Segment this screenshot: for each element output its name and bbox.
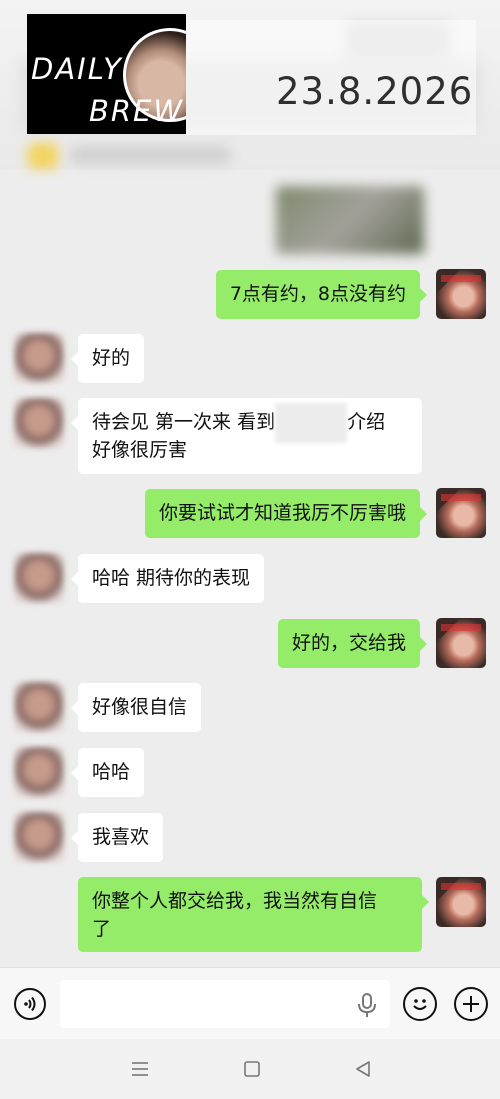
blurred-media-message[interactable] xyxy=(276,186,424,254)
logo-text-line1: DAILY xyxy=(31,52,123,86)
message-bubble-incoming[interactable]: 哈哈 xyxy=(70,748,145,797)
logo-text-line2: BREW xyxy=(89,94,185,128)
message-bubble-incoming[interactable]: 我喜欢 xyxy=(70,813,164,862)
message-bubble-outgoing[interactable]: 你要试试才知道我厉不厉害哦 xyxy=(144,489,428,538)
voice-toggle-button[interactable] xyxy=(14,988,46,1020)
message-text: 好的，交给我 xyxy=(291,632,406,654)
back-icon[interactable] xyxy=(351,1057,375,1081)
message-text: 你要试试才知道我厉不厉害哦 xyxy=(158,502,406,524)
message-line: 待会见 第一次来 看到 介绍 xyxy=(92,402,408,443)
message-text: 好像很自信 xyxy=(92,696,188,718)
contact-avatar[interactable] xyxy=(14,398,64,448)
mic-icon[interactable] xyxy=(356,992,378,1018)
contact-avatar[interactable] xyxy=(14,682,64,732)
message-bubble-incoming[interactable]: 哈哈 期待你的表现 xyxy=(70,554,265,603)
message-text: 我喜欢 xyxy=(92,826,150,848)
system-nav-bar xyxy=(0,1039,500,1099)
date-stamp: 23.8.2026 xyxy=(276,70,474,113)
input-bar xyxy=(0,967,500,1040)
message-bubble-incoming[interactable]: 好的 xyxy=(70,334,145,383)
redacted-text xyxy=(275,402,348,443)
contact-avatar[interactable] xyxy=(14,333,64,383)
voice-icon xyxy=(24,996,36,1012)
message-text: 7点有约，8点没有约 xyxy=(229,283,406,305)
message-bubble-outgoing[interactable]: 你整个人都交给我，我当然有自信 了 xyxy=(78,877,429,952)
emoji-icon xyxy=(413,999,427,1010)
message-bubble-incoming[interactable]: 待会见 第一次来 看到 介绍 好像很厉害 xyxy=(71,398,422,474)
menu-icon[interactable] xyxy=(128,1057,152,1081)
message-text: 了 xyxy=(92,918,112,940)
message-text: 好的 xyxy=(92,347,131,369)
home-icon[interactable] xyxy=(240,1057,264,1081)
message-text: 哈哈 xyxy=(92,761,131,783)
blurred-notice-text xyxy=(70,146,230,164)
message-text: 哈哈 期待你的表现 xyxy=(92,567,251,589)
brand-logo: DAILY BREW xyxy=(27,14,186,134)
message-input[interactable] xyxy=(60,980,390,1028)
message-text: 待会见 第一次来 看到 xyxy=(92,411,276,433)
emoji-button[interactable] xyxy=(403,987,437,1021)
my-avatar[interactable] xyxy=(436,488,486,538)
my-avatar[interactable] xyxy=(436,269,486,319)
message-text: 介绍 xyxy=(347,411,386,433)
message-text: 好像很厉害 xyxy=(92,439,188,461)
more-actions-button[interactable] xyxy=(454,987,488,1021)
my-avatar[interactable] xyxy=(436,618,486,668)
contact-avatar[interactable] xyxy=(14,747,64,797)
my-avatar[interactable] xyxy=(436,877,486,927)
blurred-notice-icon xyxy=(28,143,58,169)
contact-avatar[interactable] xyxy=(14,812,64,862)
plus-icon xyxy=(463,996,479,1012)
message-bubble-outgoing[interactable]: 好的，交给我 xyxy=(277,619,428,668)
message-bubble-incoming[interactable]: 好像很自信 xyxy=(70,683,202,732)
message-text: 你整个人都交给我，我当然有自信 xyxy=(92,890,378,912)
contact-avatar[interactable] xyxy=(14,553,64,603)
message-bubble-outgoing[interactable]: 7点有约，8点没有约 xyxy=(215,270,428,319)
